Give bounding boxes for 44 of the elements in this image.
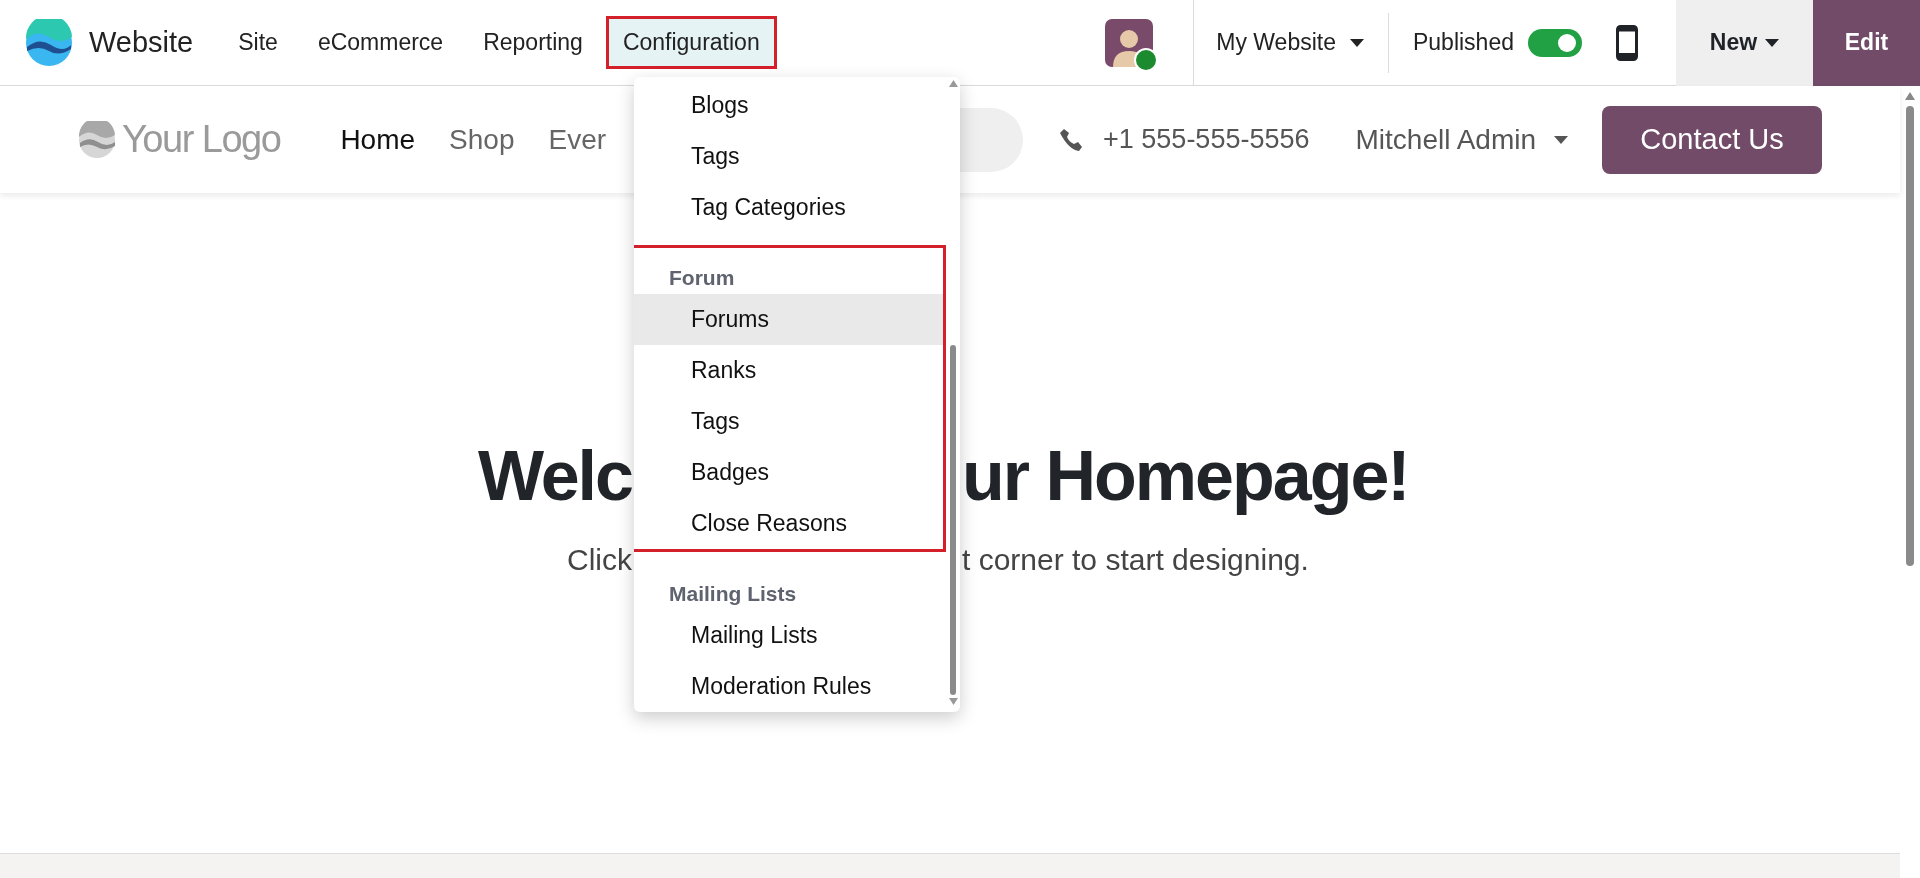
phone-number: +1 555-555-5556 [1103,124,1310,155]
logo-icon [78,120,116,159]
nav-link[interactable]: Home [340,123,416,156]
hero-subtitle: t corner to start designing. [962,543,1309,577]
mobile-phone-icon[interactable] [1616,24,1638,61]
scrollbar-thumb[interactable] [1906,106,1914,566]
contact-us-button[interactable]: Contact Us [1602,105,1822,174]
caret-icon [1554,135,1568,144]
user-menu[interactable]: Mitchell Admin [1355,123,1568,156]
dropdown-item[interactable]: Forums [634,294,943,345]
dropdown-item[interactable]: Tags [634,396,943,447]
nav-link[interactable]: Ever [548,123,607,156]
dropdown-item[interactable]: Tags [634,131,943,182]
caret-icon [1765,38,1780,47]
phone-icon [1059,127,1084,152]
edit-button[interactable]: Edit [1813,0,1920,86]
dropdown-item[interactable]: Tag Categories [634,182,943,233]
nav-link[interactable]: Shop [449,123,515,156]
scroll-down-icon[interactable] [948,698,958,705]
hero-subtitle: Click [567,543,632,577]
section-header: Mailing Lists [668,581,798,607]
dropdown-item[interactable]: Mailing Lists [634,610,943,661]
new-button[interactable]: New [1676,0,1813,86]
logo-text: Your Logo [122,118,281,161]
menu-item[interactable]: Reporting [466,16,600,69]
scroll-up-icon[interactable] [948,80,958,87]
website-selector[interactable]: My Website [1216,29,1388,56]
app-name: Website [89,26,194,59]
hero-title: Welc [477,438,632,515]
caret-icon [1349,38,1364,47]
dropdown-item[interactable]: Ranks [634,345,943,396]
scroll-up-icon[interactable] [1905,92,1915,100]
app-logo-icon [25,18,73,67]
dropdown-item[interactable]: Blogs [634,80,943,131]
menu-item[interactable]: Site [221,16,295,69]
menu-item[interactable]: Configuration [605,16,777,69]
dropdown-item[interactable]: Moderation Rules [634,661,943,712]
published-toggle[interactable] [1528,28,1582,57]
menu-item[interactable]: eCommerce [300,16,461,69]
published-label: Published [1412,29,1514,56]
dropdown-item[interactable]: Close Reasons [634,498,943,549]
section-header: Forum [668,265,736,291]
hero-title: ur Homepage! [962,438,1409,515]
dropdown-item[interactable]: Badges [634,447,943,498]
